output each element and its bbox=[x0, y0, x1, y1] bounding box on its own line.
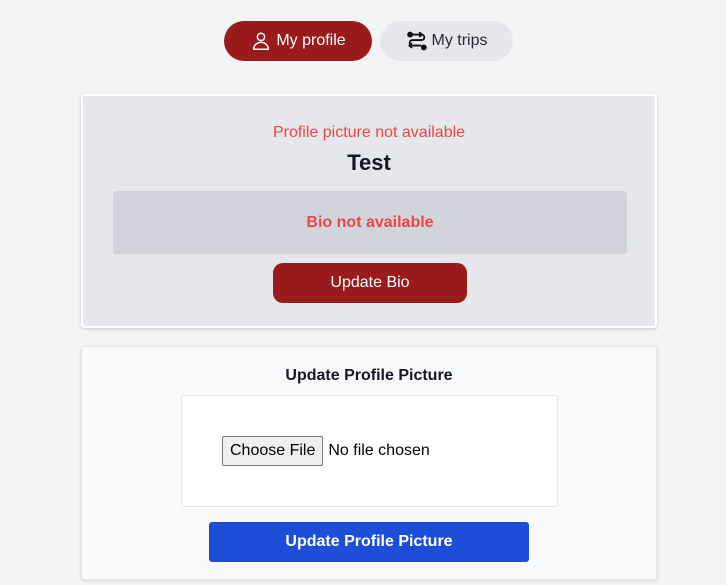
update-bio-button[interactable]: Update Bio bbox=[273, 263, 467, 303]
update-picture-title: Update Profile Picture bbox=[285, 367, 453, 384]
choose-file-button[interactable]: Choose File bbox=[222, 436, 324, 466]
tab-my-profile[interactable]: My profile bbox=[224, 21, 372, 61]
bio-status: Bio not available bbox=[306, 213, 434, 231]
route-icon bbox=[406, 30, 428, 52]
update-picture-card: Update Profile Picture Choose File No fi… bbox=[81, 346, 657, 580]
bio-box: Bio not available bbox=[113, 191, 627, 254]
profile-card: Profile picture not available Test Bio n… bbox=[81, 94, 657, 328]
tab-my-trips-label: My trips bbox=[431, 32, 488, 49]
user-icon bbox=[250, 30, 272, 52]
file-input[interactable]: Choose File No file chosen bbox=[222, 436, 430, 466]
tab-my-profile-label: My profile bbox=[276, 32, 346, 49]
profile-nav-tabs: My profile My trips bbox=[0, 21, 726, 61]
file-input-box: Choose File No file chosen bbox=[181, 395, 558, 507]
file-status-text: No file chosen bbox=[328, 442, 430, 459]
tab-my-trips[interactable]: My trips bbox=[380, 21, 513, 61]
profile-picture-status: Profile picture not available bbox=[272, 124, 466, 141]
update-picture-button[interactable]: Update Profile Picture bbox=[209, 522, 529, 562]
username-heading: Test bbox=[347, 150, 391, 175]
